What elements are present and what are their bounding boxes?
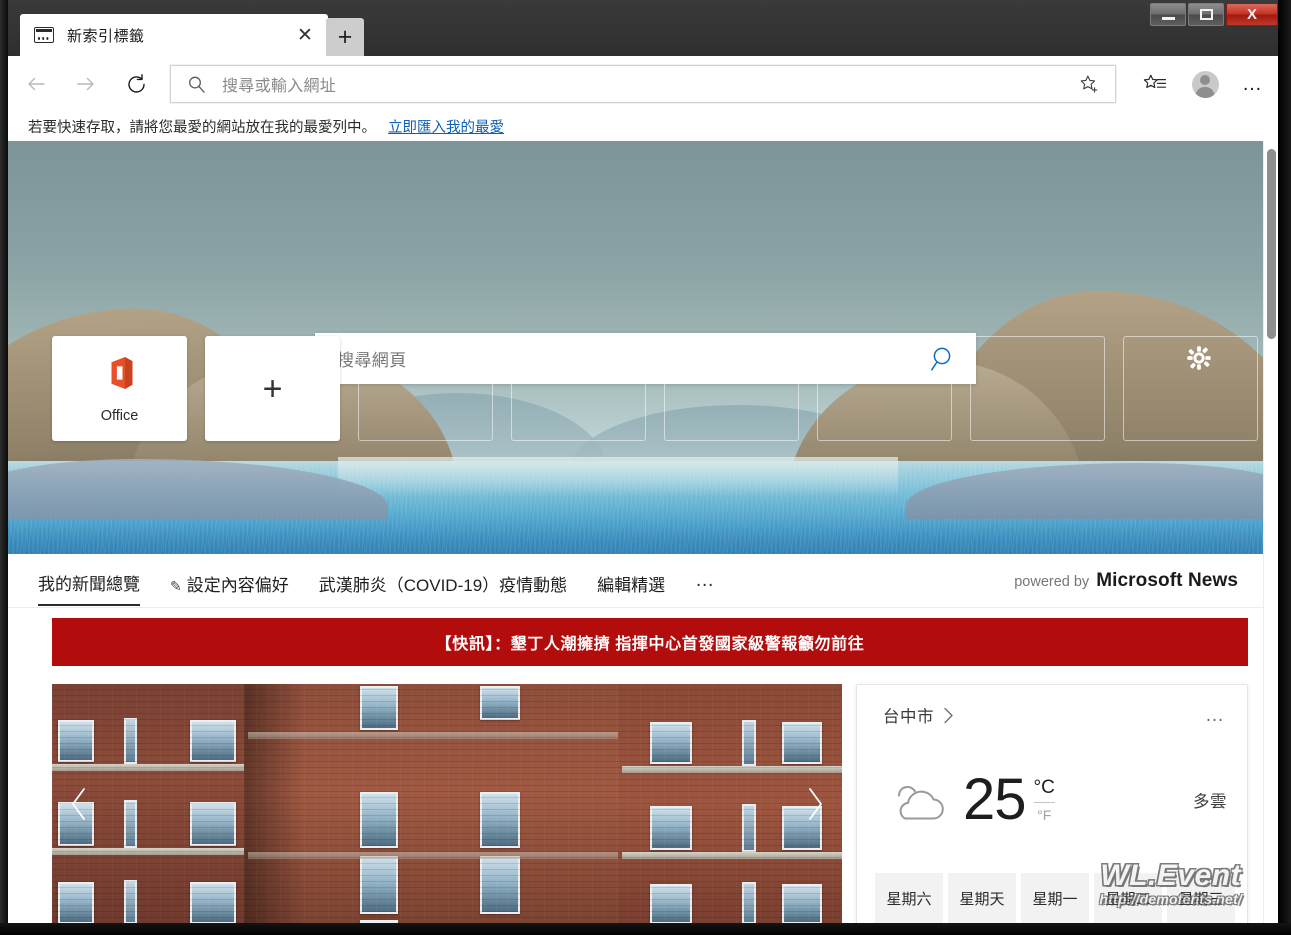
new-tab-icon xyxy=(34,27,54,43)
address-input[interactable]: 搜尋或輸入網址 xyxy=(222,72,1069,96)
forward-arrow-icon xyxy=(77,77,94,91)
forward-button[interactable] xyxy=(64,62,108,106)
weather-forecast-days: 星期六 星期天 星期一 星期二 星期三 xyxy=(875,873,1247,923)
news-tab-my-news[interactable]: 我的新聞總覽 xyxy=(38,556,140,606)
weather-city-name[interactable]: 台中市 xyxy=(883,703,934,727)
new-tab-page: 搜尋網頁 Office + 我的新聞總覽 ✎ 設定內容偏好 武漢肺炎（COVID… xyxy=(8,141,1278,923)
profile-avatar-icon xyxy=(1191,70,1219,98)
navigation-toolbar: 搜尋或輸入網址 … xyxy=(8,56,1278,112)
favorites-hub-icon xyxy=(1143,74,1167,88)
cloudy-icon xyxy=(883,775,951,825)
search-icon xyxy=(187,75,206,94)
close-icon[interactable]: ✕ xyxy=(290,20,320,50)
article-photo xyxy=(52,684,842,923)
news-tab-label: 設定內容偏好 xyxy=(186,575,289,595)
window-frame-right xyxy=(1278,0,1291,935)
carousel-prev-button[interactable] xyxy=(62,782,96,826)
news-tab-editors-picks[interactable]: 編輯精選 xyxy=(597,557,665,605)
tile-placeholder[interactable] xyxy=(1123,336,1258,441)
star-plus-icon[interactable] xyxy=(1069,65,1109,103)
import-favorites-link[interactable]: 立即匯入我的最愛 xyxy=(388,116,504,137)
hero-banner: 搜尋網頁 Office + xyxy=(8,141,1266,554)
tile-placeholder[interactable] xyxy=(511,336,646,441)
powered-by-brand: Microsoft News xyxy=(1096,569,1238,591)
address-bar[interactable]: 搜尋或輸入網址 xyxy=(170,65,1116,103)
minimize-icon xyxy=(1161,16,1175,20)
forecast-day[interactable]: 星期天 xyxy=(948,873,1016,923)
refresh-button[interactable] xyxy=(114,62,158,106)
close-window-button[interactable]: X xyxy=(1226,3,1278,26)
weather-more-button[interactable]: … xyxy=(1205,706,1227,725)
favorites-bar-message: 若要快速存取，請將您最愛的網站放在我的最愛列中。 xyxy=(28,120,376,136)
forecast-day[interactable]: 星期二 xyxy=(1094,873,1162,923)
maximize-icon xyxy=(1199,9,1213,20)
more-settings-button[interactable]: … xyxy=(1228,62,1278,106)
refresh-icon xyxy=(127,73,145,93)
weather-current: 25 °C °F 多雲 xyxy=(883,771,1227,829)
carousel-next-button[interactable] xyxy=(798,782,832,826)
tile-office[interactable]: Office xyxy=(52,336,187,441)
news-tab-covid19[interactable]: 武漢肺炎（COVID-19）疫情動態 xyxy=(319,557,567,605)
maximize-button[interactable] xyxy=(1188,3,1224,26)
tile-placeholder[interactable] xyxy=(358,336,493,441)
tab-new-index-page[interactable]: 新索引標籤 ✕ xyxy=(20,14,328,56)
brick-texture xyxy=(52,684,842,923)
tile-placeholder[interactable] xyxy=(817,336,952,441)
plus-icon: + xyxy=(262,369,283,408)
news-tab-content-preferences[interactable]: ✎ 設定內容偏好 xyxy=(170,557,289,605)
news-content-row: 台中市 … 25 °C °F 多雲 星期六 星期天 星期一 星期二 星期三 xyxy=(52,684,1248,923)
minimize-button[interactable] xyxy=(1150,3,1186,26)
new-tab-button[interactable]: + xyxy=(326,18,364,56)
news-navigation: 我的新聞總覽 ✎ 設定內容偏好 武漢肺炎（COVID-19）疫情動態 編輯精選 …… xyxy=(8,554,1266,608)
quick-link-tiles: Office + xyxy=(52,336,1258,441)
chevron-left-icon xyxy=(72,788,85,820)
powered-by-prefix: powered by xyxy=(1014,573,1090,590)
pencil-icon: ✎ xyxy=(170,577,182,594)
powered-by-badge: powered by Microsoft News xyxy=(1014,570,1238,592)
tile-label: Office xyxy=(100,407,139,424)
profile-button[interactable] xyxy=(1182,62,1228,106)
office-logo-icon xyxy=(111,356,132,389)
weather-card[interactable]: 台中市 … 25 °C °F 多雲 星期六 星期天 星期一 星期二 星期三 xyxy=(856,684,1248,923)
weather-temperature: 25 xyxy=(963,767,1027,832)
favorites-bar: 若要快速存取，請將您最愛的網站放在我的最愛列中。 立即匯入我的最愛 xyxy=(8,112,1278,141)
add-tile-button[interactable]: + xyxy=(205,336,340,441)
weather-condition-text: 多雲 xyxy=(1193,793,1227,811)
unit-fahrenheit[interactable]: °F xyxy=(1037,803,1051,822)
back-button[interactable] xyxy=(14,62,58,106)
temperature-unit-toggle[interactable]: °C °F xyxy=(1033,778,1055,822)
chevron-right-icon[interactable] xyxy=(943,707,954,724)
news-tab-label: 編輯精選 xyxy=(597,575,666,595)
weather-header: 台中市 … xyxy=(883,703,1227,727)
window-frame-bottom xyxy=(0,923,1291,935)
browser-window: 新索引標籤 ✕ + X 搜尋或輸入網址 … 若要快速存取，請將您最愛的網站放在我… xyxy=(0,0,1291,935)
news-more-button[interactable]: … xyxy=(695,571,716,590)
tab-title: 新索引標籤 xyxy=(67,27,145,45)
tab-strip: 新索引標籤 ✕ + xyxy=(8,0,1278,56)
favorites-hub-button[interactable] xyxy=(1132,62,1178,106)
chevron-right-icon xyxy=(809,788,822,820)
breaking-news-banner[interactable]: 【快訊】：墾丁人潮擁擠 指揮中心首發國家級警報籲勿前往 xyxy=(52,618,1248,666)
forecast-day[interactable]: 星期一 xyxy=(1021,873,1089,923)
forecast-day[interactable]: 星期六 xyxy=(875,873,943,923)
tile-placeholder[interactable] xyxy=(664,336,799,441)
tile-placeholder[interactable] xyxy=(970,336,1105,441)
water-reflection xyxy=(338,457,898,497)
window-controls: X xyxy=(1150,3,1278,26)
news-featured-article[interactable] xyxy=(52,684,842,923)
page-scrollbar[interactable] xyxy=(1263,141,1278,923)
window-frame-left xyxy=(0,0,8,935)
news-tab-label: 我的新聞總覽 xyxy=(38,574,140,594)
forecast-day[interactable]: 星期三 xyxy=(1167,873,1235,923)
news-tab-label: 武漢肺炎（COVID-19）疫情動態 xyxy=(318,575,568,595)
unit-celsius[interactable]: °C xyxy=(1033,778,1055,803)
back-arrow-icon xyxy=(28,77,45,91)
browser-chrome: 搜尋或輸入網址 … 若要快速存取，請將您最愛的網站放在我的最愛列中。 立即匯入我… xyxy=(8,56,1278,141)
scrollbar-thumb[interactable] xyxy=(1267,149,1276,339)
